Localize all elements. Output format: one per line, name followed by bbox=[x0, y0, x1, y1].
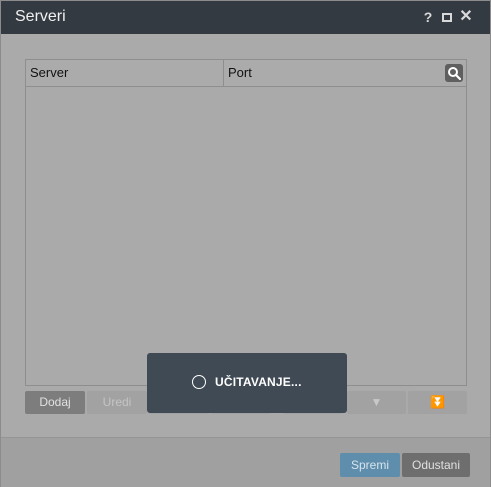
grid-header: Server Port bbox=[26, 60, 466, 87]
save-button[interactable]: Spremi bbox=[340, 453, 400, 477]
close-icon[interactable]: ✕ bbox=[458, 8, 474, 26]
column-header-port[interactable]: Port bbox=[223, 60, 423, 86]
loading-overlay: UČITAVANJE... bbox=[147, 353, 347, 413]
cancel-button[interactable]: Odustani bbox=[402, 453, 470, 477]
double-arrow-down-icon: ⏬ bbox=[430, 395, 445, 409]
arrow-down-icon: ▼ bbox=[370, 395, 383, 409]
move-down-button[interactable]: ▼ bbox=[347, 391, 406, 414]
add-button[interactable]: Dodaj bbox=[25, 391, 85, 414]
dialog-titlebar[interactable]: Serveri ? ✕ bbox=[1, 1, 490, 34]
dialog-footer: Spremi Odustani bbox=[1, 437, 490, 487]
loading-text: UČITAVANJE... bbox=[215, 375, 302, 389]
help-icon[interactable]: ? bbox=[420, 8, 436, 26]
move-to-bottom-button[interactable]: ⏬ bbox=[408, 391, 467, 414]
column-header-server[interactable]: Server bbox=[30, 60, 220, 86]
edit-button[interactable]: Uredi bbox=[87, 391, 147, 414]
search-icon[interactable] bbox=[445, 64, 463, 82]
spinner-icon bbox=[192, 375, 206, 389]
dialog-title: Serveri bbox=[15, 8, 66, 25]
servers-grid: Server Port bbox=[25, 59, 467, 386]
maximize-icon[interactable] bbox=[439, 8, 455, 26]
servers-dialog: Serveri ? ✕ Server Port Dodaj Uredi ▼ ⏬ bbox=[0, 0, 491, 487]
